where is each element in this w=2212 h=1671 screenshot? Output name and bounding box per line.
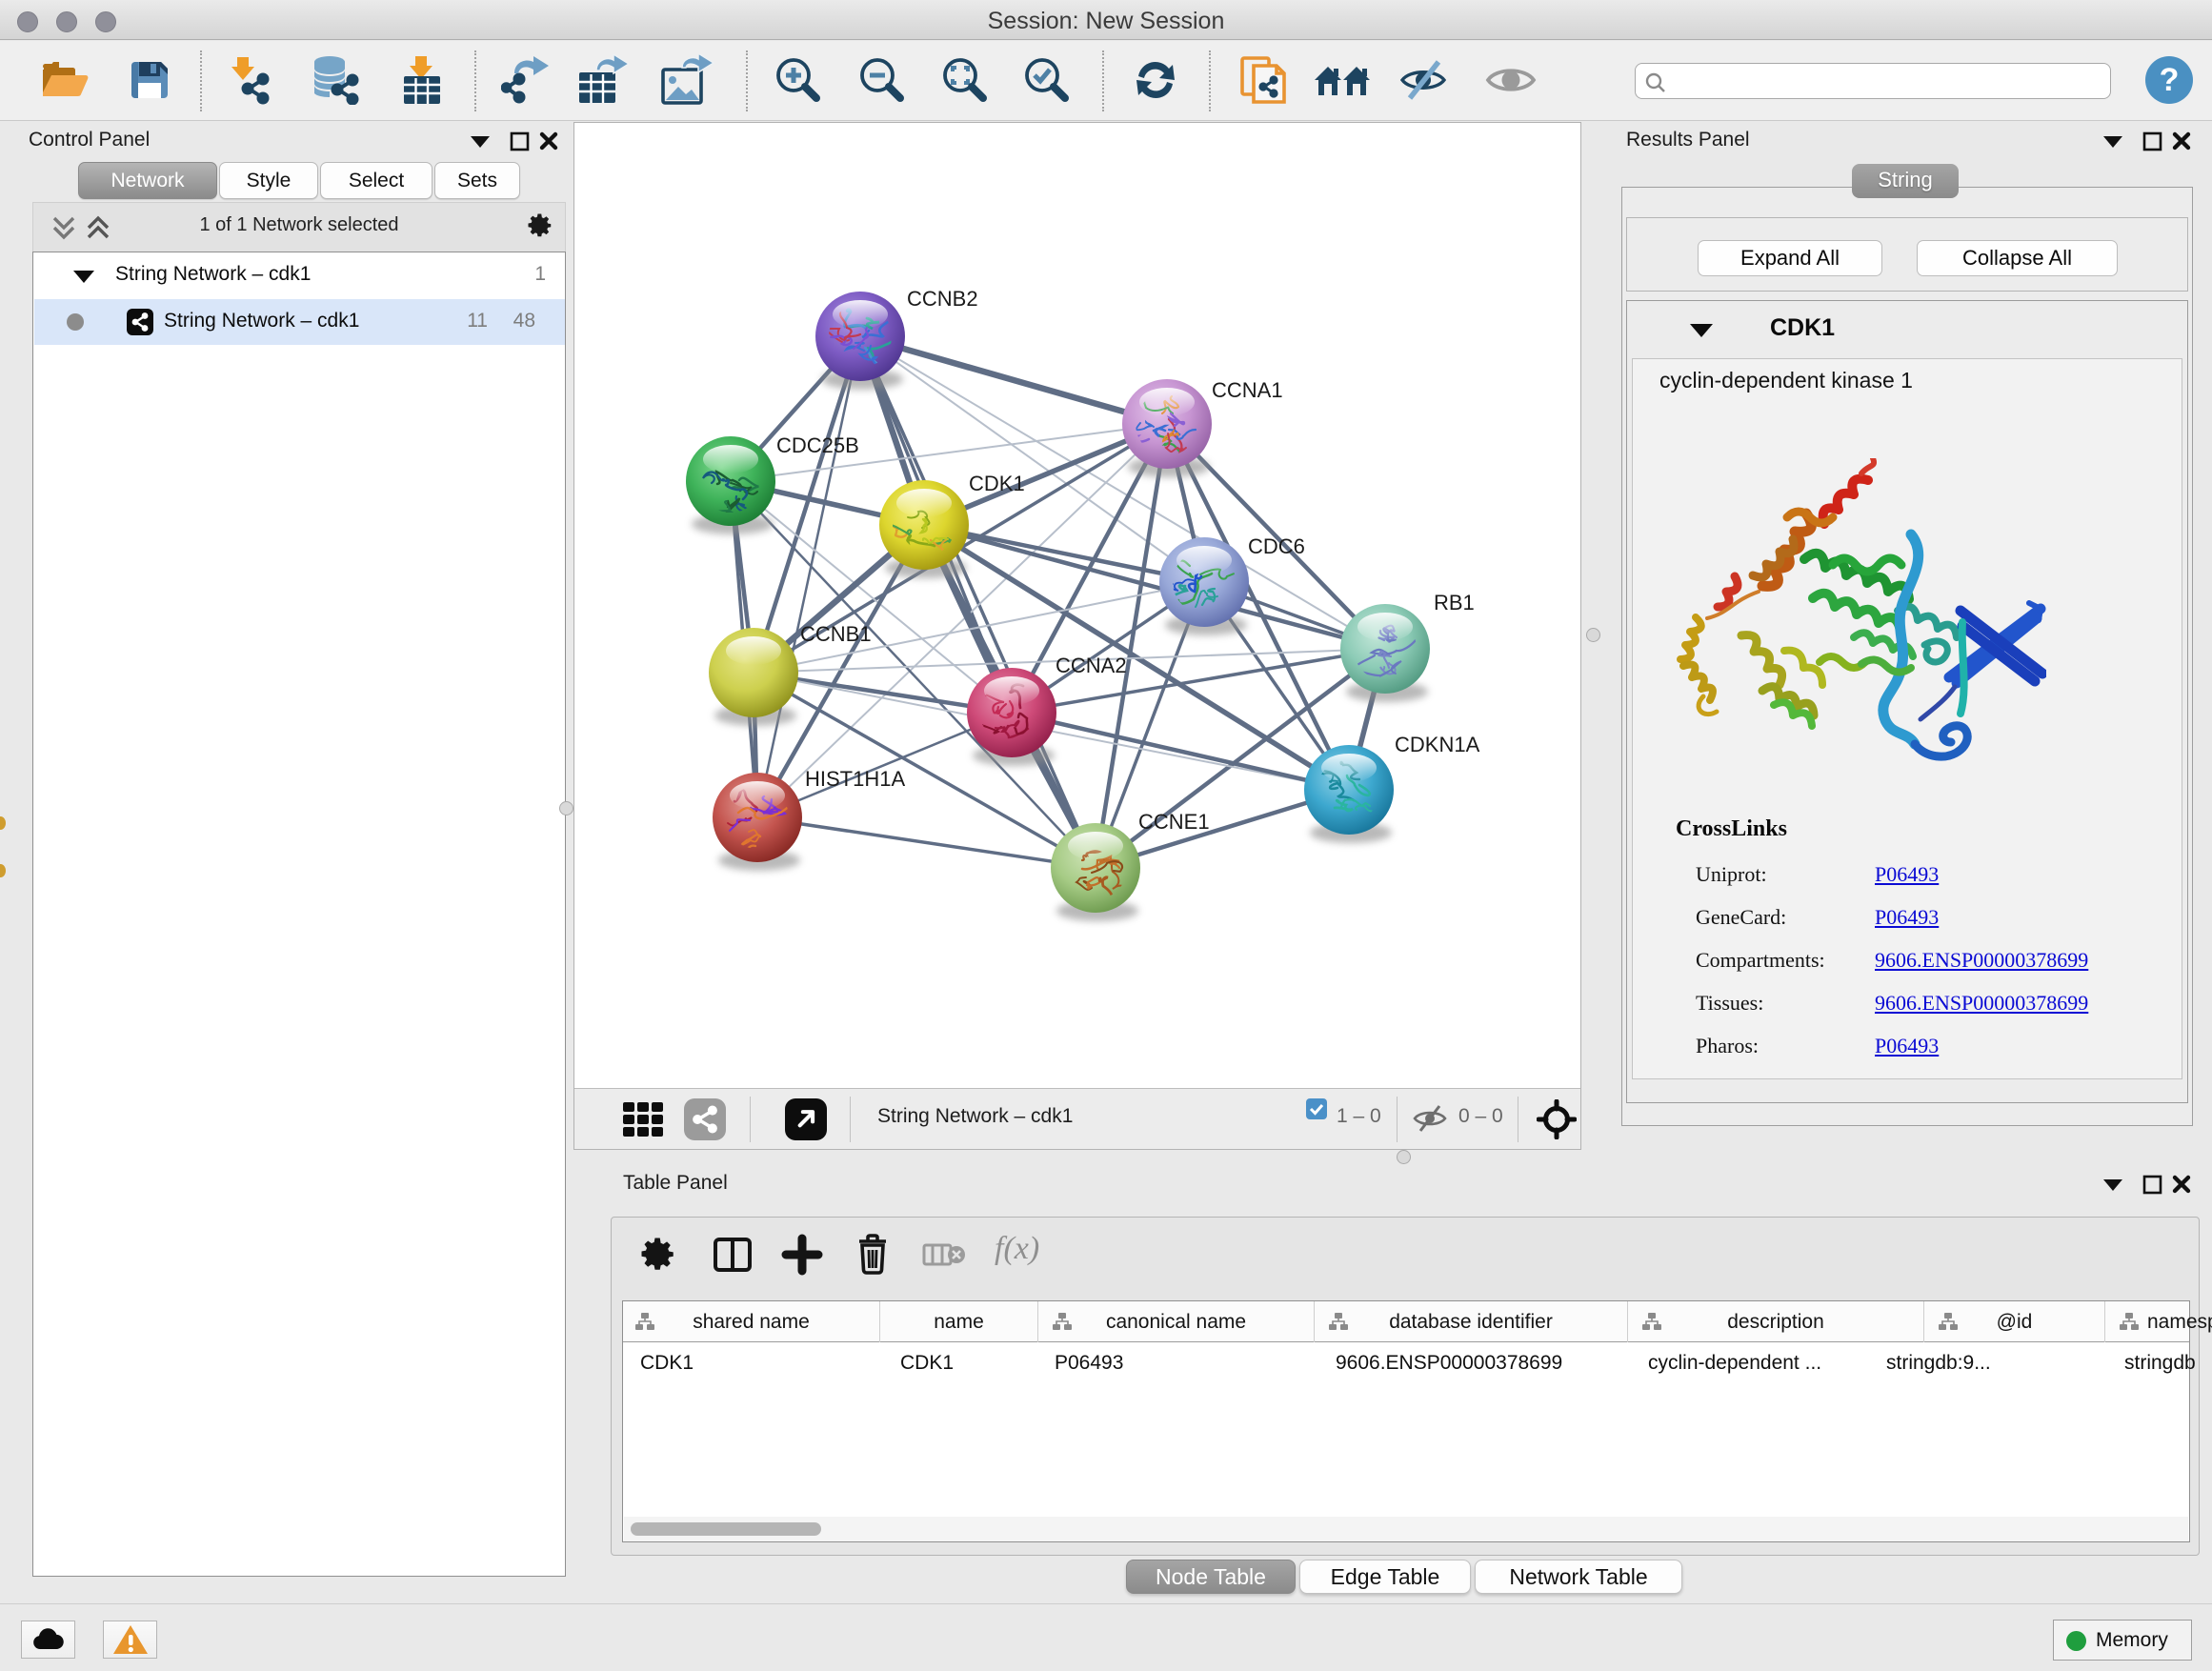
svg-text:CCNB1: CCNB1 xyxy=(800,622,872,646)
svg-text:CDK1: CDK1 xyxy=(969,472,1025,495)
svg-text:CCNA1: CCNA1 xyxy=(1212,378,1283,402)
svg-text:CCNE1: CCNE1 xyxy=(1138,810,1210,834)
svg-text:RB1: RB1 xyxy=(1434,591,1475,614)
svg-text:?: ? xyxy=(2160,62,2180,98)
svg-text:CCNA2: CCNA2 xyxy=(1056,654,1127,677)
svg-text:HIST1H1A: HIST1H1A xyxy=(805,767,905,791)
svg-text:CDKN1A: CDKN1A xyxy=(1395,733,1480,756)
svg-text:CDC25B: CDC25B xyxy=(776,433,859,457)
svg-text:CDC6: CDC6 xyxy=(1248,534,1305,558)
svg-text:CCNB2: CCNB2 xyxy=(907,287,978,311)
